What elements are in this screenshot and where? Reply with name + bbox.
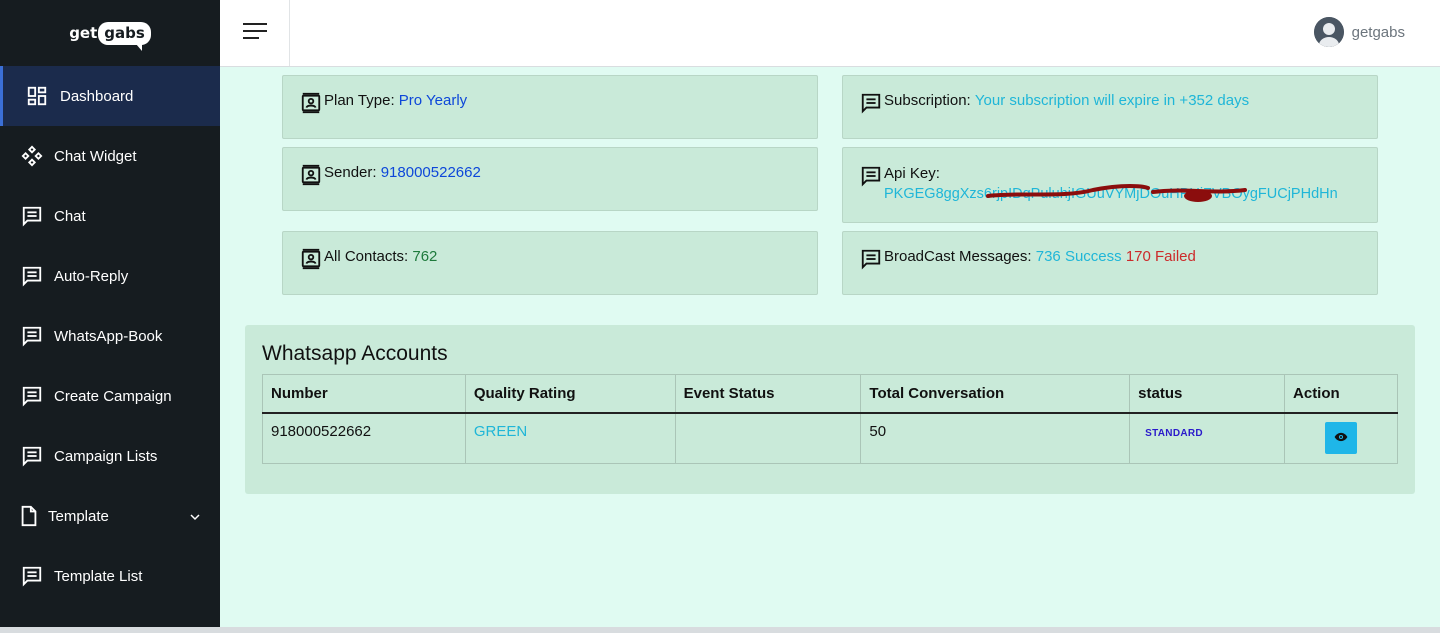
message-icon	[20, 324, 44, 348]
broadcast-success: 736 Success	[1035, 248, 1122, 265]
whatsapp-accounts-panel: Whatsapp Accounts Number Quality Rating …	[245, 325, 1415, 494]
column-header: Action	[1284, 374, 1398, 414]
sidebar-item-label: Dashboard	[60, 87, 134, 105]
column-header: status	[1129, 374, 1286, 414]
accounts-table: Number Quality Rating Event Status Total…	[262, 374, 1398, 464]
sidebar-item-template[interactable]: Template	[0, 486, 220, 546]
message-icon	[20, 384, 44, 408]
file-icon	[20, 504, 38, 528]
logo-wordmark: get gabs	[69, 21, 151, 51]
topbar: getgabs	[220, 0, 1440, 67]
chevron-down-icon[interactable]	[190, 508, 200, 525]
plan-type-value: Pro Yearly	[398, 92, 468, 109]
subscription-value: Your subscription will expire in +352 da…	[974, 92, 1250, 109]
sidebar-item-template-list[interactable]: Template List	[0, 546, 220, 606]
api-key-value: PKGEG8ggXzs6rjpIDqPuluhjIGUuVYMjDOuHPUiZ…	[884, 186, 1338, 202]
all-contacts-card: All Contacts: 762	[282, 231, 818, 295]
avatar	[1313, 17, 1344, 47]
event-status	[674, 412, 862, 464]
api-key-card: Api Key: PKGEG8ggXzs6rjpIDqPuluhjIGUuVYM…	[842, 147, 1378, 223]
contact-card-icon	[300, 92, 322, 114]
contact-card-icon	[300, 248, 322, 270]
sidebar-item-label: Auto-Reply	[54, 267, 129, 285]
sidebar-nav: Dashboard Chat Widget Chat Auto-Reply Wh…	[0, 66, 220, 606]
api-key-label: Api Key:	[884, 165, 940, 182]
sidebar-item-whatsapp-book[interactable]: WhatsApp-Book	[0, 306, 220, 366]
sidebar-item-chat-widget[interactable]: Chat Widget	[0, 126, 220, 186]
sidebar-item-label: Chat	[54, 207, 86, 225]
message-icon	[860, 165, 882, 187]
user-name: getgabs	[1351, 23, 1405, 41]
subscription-card: Subscription: Your subscription will exp…	[842, 75, 1378, 139]
widget-icon	[20, 144, 44, 168]
subscription-label: Subscription:	[884, 92, 971, 109]
view-account-button[interactable]	[1325, 421, 1358, 454]
message-icon	[20, 564, 44, 588]
message-icon	[20, 264, 44, 288]
message-icon	[20, 204, 44, 228]
contact-card-icon	[300, 164, 322, 186]
sidebar-item-label: WhatsApp-Book	[54, 327, 163, 345]
account-number: 918000522662	[262, 412, 466, 464]
logo[interactable]: get gabs	[0, 0, 220, 66]
dashboard-main: Plan Type: Pro Yearly Sender: 9180005226…	[220, 67, 1440, 627]
sidebar-item-chat[interactable]: Chat	[0, 186, 220, 246]
broadcast-card: BroadCast Messages: 736 Success 170 Fail…	[842, 231, 1378, 295]
message-icon	[860, 248, 882, 270]
all-contacts-value: 762	[412, 248, 438, 265]
sidebar-item-label: Create Campaign	[54, 387, 172, 405]
sidebar-item-create-campaign[interactable]: Create Campaign	[0, 366, 220, 426]
user-menu[interactable]: getgabs	[1313, 17, 1405, 47]
sidebar-item-label: Chat Widget	[54, 147, 137, 165]
plan-type-label: Plan Type:	[324, 92, 395, 109]
sidebar-item-label: Campaign Lists	[54, 447, 158, 465]
plan-type-card: Plan Type: Pro Yearly	[282, 75, 818, 139]
dashboard-icon	[25, 84, 49, 108]
action-cell	[1284, 412, 1398, 464]
all-contacts-label: All Contacts:	[324, 248, 409, 265]
column-header: Number	[262, 374, 466, 414]
sender-card: Sender: 918000522662	[282, 147, 818, 211]
sidebar-item-dashboard[interactable]: Dashboard	[0, 66, 220, 126]
sender-label: Sender:	[324, 164, 377, 181]
sidebar: get gabs Dashboard Chat Widget Chat Auto…	[0, 0, 220, 627]
sidebar-item-label: Template	[48, 507, 109, 525]
sender-value: 918000522662	[380, 164, 481, 181]
logo-text-bubble: gabs	[98, 21, 151, 51]
eye-icon	[1334, 430, 1348, 445]
menu-toggle-button[interactable]	[220, 0, 290, 66]
column-header: Total Conversation	[860, 374, 1131, 414]
total-conversation: 50	[860, 412, 1131, 464]
sidebar-item-label: Template List	[54, 567, 143, 585]
status-cell: STANDARD	[1129, 412, 1286, 464]
hamburger-icon	[242, 22, 268, 45]
quality-rating: GREEN	[464, 412, 676, 464]
sidebar-item-auto-reply[interactable]: Auto-Reply	[0, 246, 220, 306]
table-row: 918000522662 GREEN 50 STANDARD	[262, 412, 1398, 464]
message-icon	[860, 92, 882, 114]
message-icon	[20, 444, 44, 468]
broadcast-label: BroadCast Messages:	[884, 248, 1032, 265]
column-header: Event Status	[674, 374, 862, 414]
column-header: Quality Rating	[464, 374, 676, 414]
broadcast-failed: 170 Failed	[1125, 248, 1196, 265]
table-header-row: Number Quality Rating Event Status Total…	[262, 374, 1398, 414]
logo-text-left: get	[69, 24, 98, 42]
accounts-title: Whatsapp Accounts	[262, 342, 448, 365]
sidebar-item-campaign-lists[interactable]: Campaign Lists	[0, 426, 220, 486]
status-badge: STANDARD	[1145, 427, 1203, 439]
background-page-strip	[0, 627, 1440, 633]
